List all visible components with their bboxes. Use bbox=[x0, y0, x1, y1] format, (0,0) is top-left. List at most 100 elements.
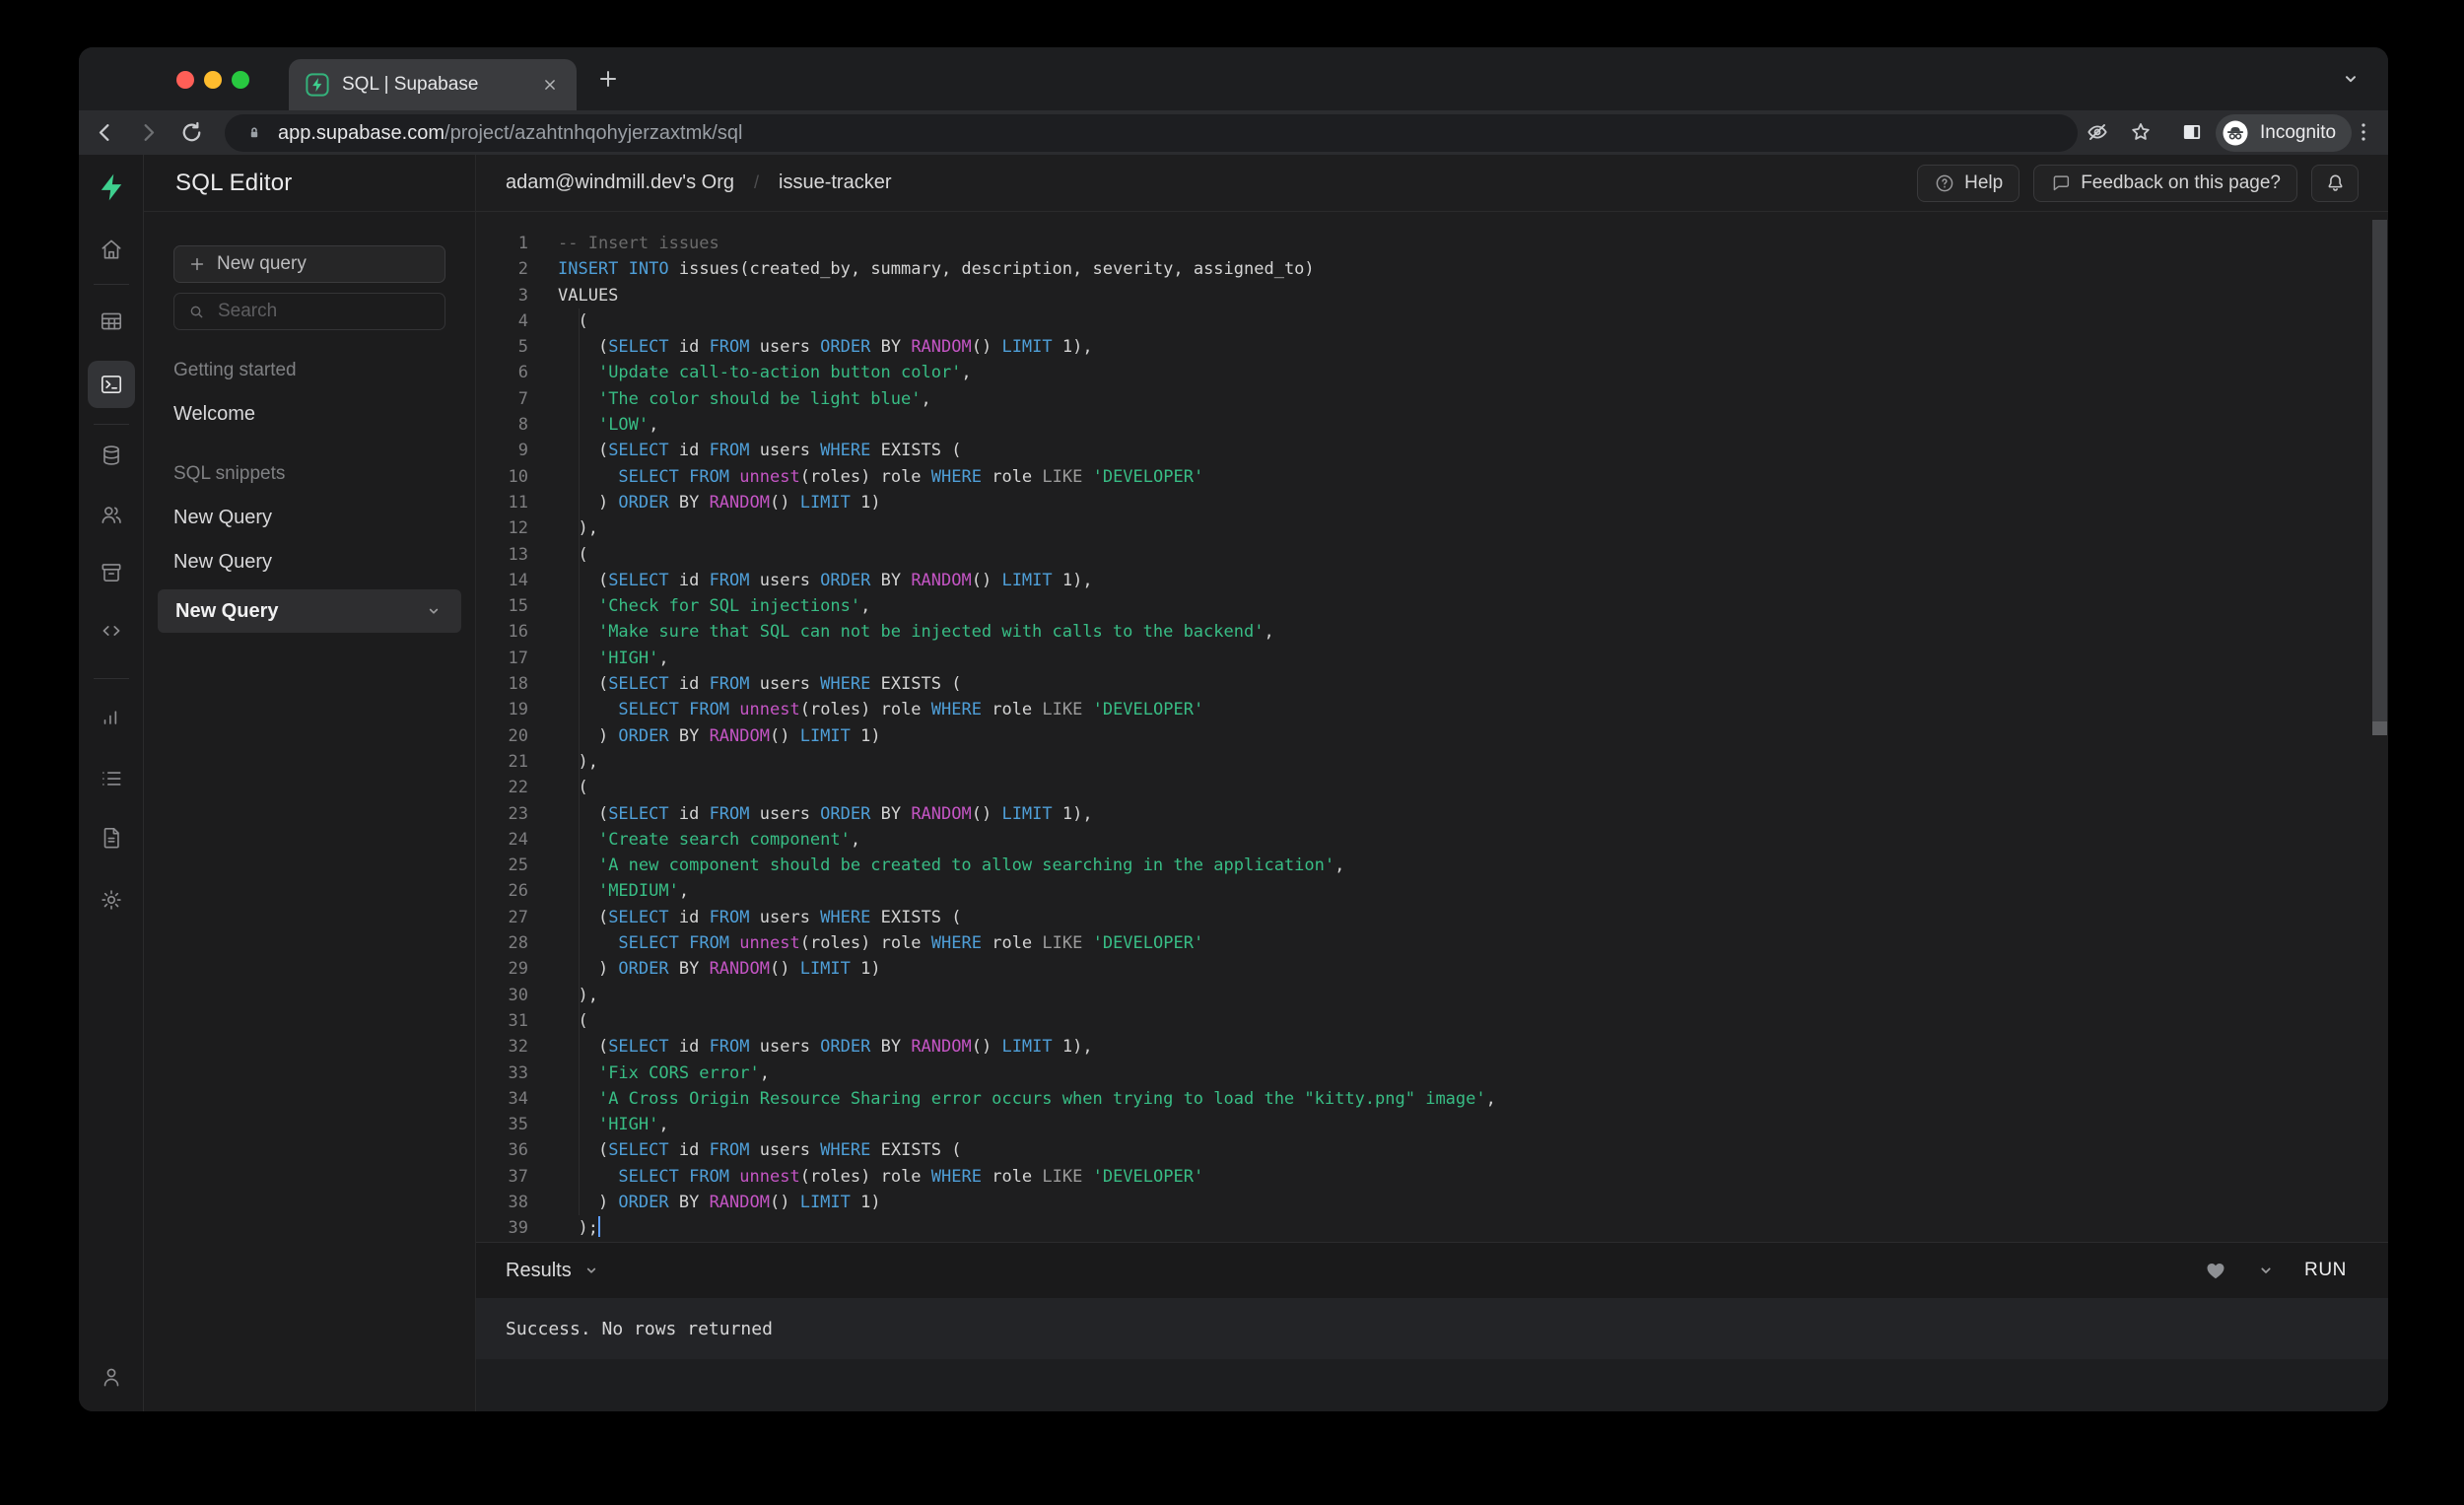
editor-scrollbar[interactable] bbox=[2371, 213, 2388, 1242]
minimize-window-button[interactable] bbox=[204, 71, 222, 89]
bookmark-star-icon[interactable] bbox=[2128, 119, 2154, 145]
code-line[interactable]: 2 INSERT INTO issues(created_by, summary,… bbox=[476, 256, 2366, 282]
code-line[interactable]: 1 -- Insert issues bbox=[476, 231, 2366, 256]
sql-editor-icon[interactable] bbox=[88, 361, 135, 408]
line-number: 2 bbox=[517, 259, 528, 280]
main-content: adam@windmill.dev's Org / issue-tracker … bbox=[476, 155, 2388, 1411]
tab-search-chevron-icon[interactable] bbox=[2339, 67, 2362, 91]
run-options-chevron-icon[interactable] bbox=[2255, 1260, 2277, 1281]
home-icon[interactable] bbox=[92, 230, 131, 269]
snippet-item[interactable]: New Query bbox=[173, 551, 445, 574]
line-number: 9 bbox=[517, 441, 528, 461]
editor-scrollbar-thumb[interactable] bbox=[2372, 220, 2387, 735]
line-number: 3 bbox=[517, 285, 528, 306]
supabase-favicon-icon bbox=[305, 72, 330, 98]
code-line[interactable]: 35 'HIGH', bbox=[476, 1112, 2366, 1137]
url-bar[interactable]: app.supabase.com/project/azahtnhqohyjerz… bbox=[225, 114, 2078, 152]
maximize-window-button[interactable] bbox=[232, 71, 249, 89]
eye-off-icon[interactable] bbox=[2085, 119, 2110, 145]
code-line[interactable]: 17 'HIGH', bbox=[476, 646, 2366, 671]
forward-icon[interactable] bbox=[135, 119, 162, 146]
settings-icon[interactable] bbox=[92, 880, 131, 920]
notifications-button[interactable] bbox=[2311, 164, 2359, 202]
code-line[interactable]: 28 SELECT FROM unnest(roles) role WHERE … bbox=[476, 930, 2366, 956]
code-line[interactable]: 39 ); bbox=[476, 1215, 2366, 1241]
browser-tab[interactable]: SQL | Supabase bbox=[289, 59, 577, 110]
code-line[interactable]: 33 'Fix CORS error', bbox=[476, 1060, 2366, 1086]
search-input[interactable]: Search bbox=[173, 293, 445, 330]
code-line[interactable]: 37 SELECT FROM unnest(roles) role WHERE … bbox=[476, 1164, 2366, 1190]
table-editor-icon[interactable] bbox=[92, 302, 131, 341]
run-button[interactable]: RUN bbox=[2304, 1260, 2347, 1281]
code-line[interactable]: 3 VALUES bbox=[476, 283, 2366, 308]
code-line[interactable]: 8 'LOW', bbox=[476, 412, 2366, 438]
snippet-item[interactable]: Welcome bbox=[173, 403, 445, 426]
browser-menu-icon[interactable] bbox=[2351, 119, 2376, 145]
code-line[interactable]: 36 (SELECT id FROM users WHERE EXISTS ( bbox=[476, 1137, 2366, 1163]
code-line[interactable]: 18 (SELECT id FROM users WHERE EXISTS ( bbox=[476, 671, 2366, 697]
edge-functions-icon[interactable] bbox=[92, 611, 131, 650]
code-line[interactable]: 7 'The color should be light blue', bbox=[476, 386, 2366, 412]
code-line[interactable]: 38 ) ORDER BY RANDOM() LIMIT 1) bbox=[476, 1190, 2366, 1215]
rail-divider bbox=[94, 424, 129, 425]
results-dropdown[interactable]: Results bbox=[506, 1260, 601, 1282]
desktop-background: SQL | Supabase app.supabase.com/project/… bbox=[0, 0, 2464, 1505]
supabase-logo-icon[interactable] bbox=[92, 168, 131, 207]
code-line[interactable]: 23 (SELECT id FROM users ORDER BY RANDOM… bbox=[476, 801, 2366, 827]
code-line[interactable]: 14 (SELECT id FROM users ORDER BY RANDOM… bbox=[476, 568, 2366, 593]
close-window-button[interactable] bbox=[176, 71, 194, 89]
breadcrumb-project[interactable]: issue-tracker bbox=[779, 171, 891, 194]
line-number: 14 bbox=[508, 570, 528, 590]
auth-users-icon[interactable] bbox=[92, 495, 131, 534]
supabase-app: SQL Editor New query Search Getting star… bbox=[79, 155, 2388, 1411]
code-line[interactable]: 11 ) ORDER BY RANDOM() LIMIT 1) bbox=[476, 490, 2366, 515]
snippet-item-selected[interactable]: New Query bbox=[158, 589, 461, 633]
code-line[interactable]: 10 SELECT FROM unnest(roles) role WHERE … bbox=[476, 464, 2366, 490]
side-panel-icon[interactable] bbox=[2179, 119, 2205, 145]
help-button[interactable]: Help bbox=[1917, 164, 2020, 202]
code-line[interactable]: 22 ( bbox=[476, 775, 2366, 800]
api-docs-icon[interactable] bbox=[92, 818, 131, 857]
code-line[interactable]: 13 ( bbox=[476, 542, 2366, 568]
code-line[interactable]: 19 SELECT FROM unnest(roles) role WHERE … bbox=[476, 697, 2366, 722]
favorite-heart-icon[interactable] bbox=[2204, 1259, 2227, 1282]
code-line[interactable]: 16 'Make sure that SQL can not be inject… bbox=[476, 619, 2366, 645]
line-number: 29 bbox=[508, 959, 528, 980]
storage-icon[interactable] bbox=[92, 553, 131, 592]
database-icon[interactable] bbox=[92, 436, 131, 475]
code-line[interactable]: 25 'A new component should be created to… bbox=[476, 853, 2366, 878]
reports-icon[interactable] bbox=[92, 697, 131, 736]
code-line[interactable]: 4 ( bbox=[476, 308, 2366, 334]
tab-close-icon[interactable] bbox=[539, 74, 561, 96]
code-line[interactable]: 6 'Update call-to-action button color', bbox=[476, 360, 2366, 385]
snippet-item[interactable]: New Query bbox=[173, 507, 445, 529]
code-line[interactable]: 30 ), bbox=[476, 983, 2366, 1008]
code-line[interactable]: 5 (SELECT id FROM users ORDER BY RANDOM(… bbox=[476, 334, 2366, 360]
new-tab-button[interactable] bbox=[595, 66, 621, 92]
section-label: Getting started bbox=[173, 360, 297, 380]
code-line[interactable]: 29 ) ORDER BY RANDOM() LIMIT 1) bbox=[476, 956, 2366, 982]
back-icon[interactable] bbox=[92, 119, 118, 146]
breadcrumb-org[interactable]: adam@windmill.dev's Org bbox=[506, 171, 734, 194]
logs-icon[interactable] bbox=[92, 759, 131, 798]
reload-icon[interactable] bbox=[178, 119, 205, 146]
sql-code-editor[interactable]: 1 -- Insert issues 2 INSERT INTO issues(cre… bbox=[476, 213, 2388, 1242]
code-line[interactable]: 9 (SELECT id FROM users WHERE EXISTS ( bbox=[476, 438, 2366, 463]
account-icon[interactable] bbox=[92, 1357, 131, 1397]
code-line[interactable]: 21 ), bbox=[476, 749, 2366, 775]
new-query-button[interactable]: New query bbox=[173, 245, 445, 283]
code-line[interactable]: 15 'Check for SQL injections', bbox=[476, 593, 2366, 619]
code-line[interactable]: 26 'MEDIUM', bbox=[476, 878, 2366, 904]
code-line[interactable]: 32 (SELECT id FROM users ORDER BY RANDOM… bbox=[476, 1034, 2366, 1060]
editor-scrollbar-marker bbox=[2372, 721, 2387, 735]
success-message: Success. No rows returned bbox=[506, 1318, 773, 1339]
line-number: 24 bbox=[508, 829, 528, 850]
code-line[interactable]: 24 'Create search component', bbox=[476, 827, 2366, 853]
code-line[interactable]: 31 ( bbox=[476, 1008, 2366, 1034]
code-line[interactable]: 20 ) ORDER BY RANDOM() LIMIT 1) bbox=[476, 723, 2366, 749]
line-number: 37 bbox=[508, 1166, 528, 1187]
code-line[interactable]: 12 ), bbox=[476, 515, 2366, 541]
feedback-button[interactable]: Feedback on this page? bbox=[2033, 164, 2297, 202]
code-line[interactable]: 34 'A Cross Origin Resource Sharing erro… bbox=[476, 1086, 2366, 1112]
code-line[interactable]: 27 (SELECT id FROM users WHERE EXISTS ( bbox=[476, 905, 2366, 930]
